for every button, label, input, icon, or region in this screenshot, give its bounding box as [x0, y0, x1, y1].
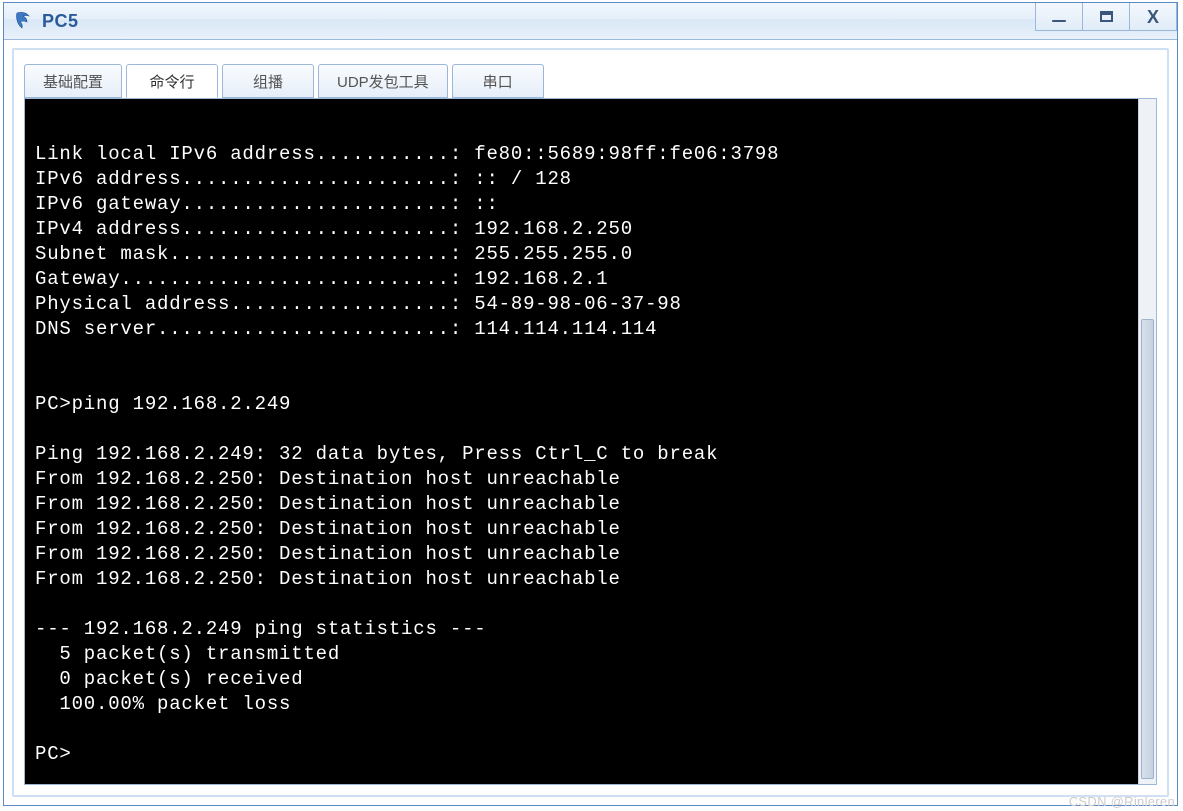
tabstrip: 基础配置 命令行 组播 UDP发包工具 串口 — [14, 50, 1167, 98]
close-icon: X — [1147, 8, 1159, 26]
maximize-button[interactable] — [1082, 3, 1130, 31]
terminal-panel: Link local IPv6 address...........: fe80… — [24, 98, 1157, 785]
tab-udp-tool[interactable]: UDP发包工具 — [318, 64, 448, 98]
tab-label: 串口 — [483, 71, 513, 92]
tab-label: 命令行 — [150, 71, 195, 92]
tab-serial[interactable]: 串口 — [452, 64, 544, 98]
tab-label: UDP发包工具 — [337, 71, 429, 92]
scrollbar[interactable] — [1138, 99, 1156, 784]
close-button[interactable]: X — [1129, 3, 1177, 31]
tab-label: 组播 — [253, 71, 283, 92]
app-window: PC5 X 基础配置 命令行 组播 UDP发包 — [3, 2, 1178, 806]
minimize-button[interactable] — [1035, 3, 1083, 31]
watermark: CSDN @Rinleren — [1069, 794, 1175, 809]
terminal-output[interactable]: Link local IPv6 address...........: fe80… — [25, 99, 1138, 784]
maximize-icon — [1100, 11, 1113, 22]
tab-multicast[interactable]: 组播 — [222, 64, 314, 98]
window-title: PC5 — [42, 11, 79, 32]
minimize-icon — [1052, 20, 1066, 22]
tab-label: 基础配置 — [43, 71, 103, 92]
titlebar[interactable]: PC5 X — [4, 3, 1177, 40]
window-buttons: X — [1036, 3, 1177, 31]
tab-command-line[interactable]: 命令行 — [126, 64, 218, 98]
client-area: 基础配置 命令行 组播 UDP发包工具 串口 Link local IPv6 a… — [12, 48, 1169, 797]
tab-basic-config[interactable]: 基础配置 — [24, 64, 122, 98]
titlebar-left: PC5 — [4, 10, 79, 32]
scrollbar-thumb[interactable] — [1141, 319, 1154, 779]
app-icon — [12, 10, 34, 32]
